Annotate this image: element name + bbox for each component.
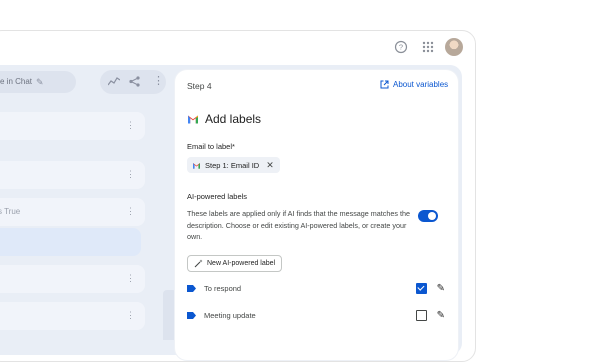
new-ai-label-text: New AI-powered label <box>207 260 276 267</box>
canvas-step-card[interactable]: ⋮ <box>0 302 145 330</box>
ai-labels-heading: AI-powered labels <box>187 192 248 201</box>
about-variables-text: About variables <box>393 80 449 89</box>
canvas-step-card[interactable]: ⋮ <box>0 112 145 140</box>
canvas-step-card-selected[interactable] <box>0 228 141 256</box>
more-vert-icon[interactable]: ⋮ <box>126 310 135 321</box>
more-vert-icon[interactable]: ⋮ <box>126 169 135 180</box>
magic-wand-icon <box>194 259 203 268</box>
close-icon[interactable]: ✕ <box>266 160 274 171</box>
toggle-knob <box>428 212 436 220</box>
canvas-step-card[interactable]: ⋮ <box>0 265 145 293</box>
canvas-step-card[interactable]: s True ⋮ <box>0 198 145 226</box>
ai-labels-toggle[interactable] <box>418 210 438 222</box>
step-number-label: Step 4 <box>187 81 212 91</box>
edit-pencil-icon[interactable]: ✎ <box>437 283 445 294</box>
flow-title-text: e in Chat <box>0 77 33 86</box>
more-vert-icon[interactable]: ⋮ <box>126 273 135 284</box>
email-variable-chip[interactable]: Step 1: Email ID ✕ <box>187 157 280 173</box>
share-icon[interactable] <box>129 76 140 87</box>
ai-labels-description: These labels are applied only if AI find… <box>187 209 410 241</box>
more-vert-icon[interactable]: ⋮ <box>126 120 135 131</box>
canvas-step-card[interactable]: ⋮ <box>0 161 145 189</box>
canvas-step-text: s True <box>0 207 21 216</box>
label-list-item: Meeting update ✎ <box>187 308 445 322</box>
label-tag-icon <box>187 311 196 319</box>
more-vert-icon[interactable]: ⋮ <box>126 206 135 217</box>
label-tag-icon <box>187 284 196 292</box>
label-list-item: To respond ✎ <box>187 281 445 295</box>
open-external-icon <box>380 80 389 89</box>
gmail-icon <box>193 162 200 169</box>
label-checkbox[interactable] <box>415 309 427 321</box>
help-icon[interactable]: ? <box>394 40 408 54</box>
label-checkbox[interactable] <box>415 282 427 294</box>
more-vert-icon[interactable]: ⋮ <box>153 74 164 87</box>
about-variables-link[interactable]: About variables <box>380 80 448 89</box>
label-name: Meeting update <box>204 310 256 320</box>
panel-title: Add labels <box>187 112 261 126</box>
apps-grid-icon[interactable] <box>421 40 435 54</box>
gmail-icon <box>188 115 198 124</box>
edit-pencil-icon[interactable]: ✎ <box>36 71 44 93</box>
activity-icon[interactable] <box>108 77 120 87</box>
new-ai-label-button[interactable]: New AI-powered label <box>187 255 283 272</box>
account-avatar[interactable] <box>445 38 463 56</box>
svg-text:?: ? <box>399 43 403 52</box>
label-name: To respond <box>204 283 242 293</box>
edit-pencil-icon[interactable]: ✎ <box>437 310 445 321</box>
email-chip-text: Step 1: Email ID <box>205 160 260 170</box>
flow-title-chip[interactable]: e in Chat ✎ <box>0 71 76 93</box>
email-field-label: Email to label* <box>187 142 235 151</box>
panel-title-text: Add labels <box>205 112 262 126</box>
